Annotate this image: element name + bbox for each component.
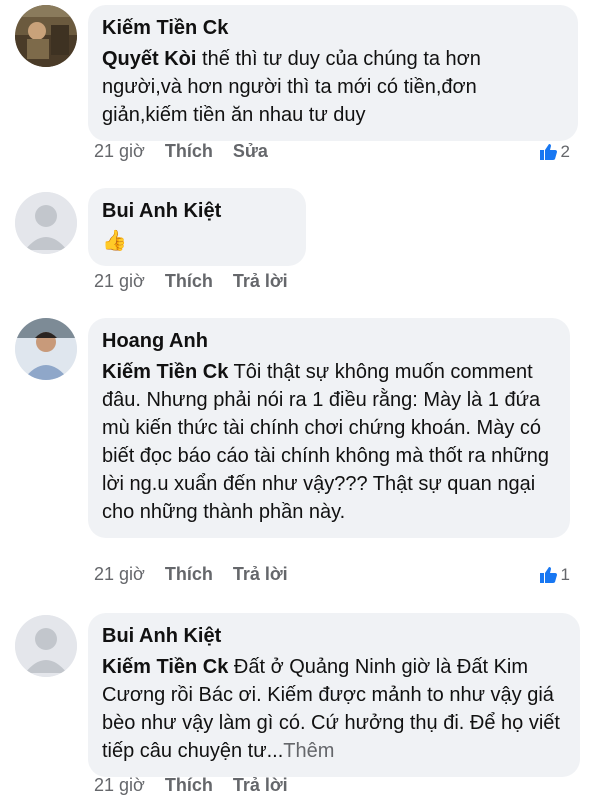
avatar[interactable] [15,318,77,380]
comment-time: 21 giờ [94,775,145,795]
thumbs-up-icon [539,567,557,583]
reply-button[interactable]: Trả lời [233,564,288,585]
comment-author[interactable]: Bui Anh Kiệt [102,623,566,649]
comment-bubble: Bui Anh Kiệt Kiếm Tiền Ck Đất ở Quảng Ni… [88,613,580,777]
avatar[interactable] [15,192,77,254]
comment-mention[interactable]: Quyết Kòi [102,48,196,70]
comment-2: Bui Anh Kiệt 👍 21 giờ Thích Trả lời [0,180,600,300]
see-more-link[interactable]: Thêm [283,740,334,762]
comment-time: 21 giờ [94,141,145,161]
edit-button[interactable]: Sửa [233,141,268,162]
like-button[interactable]: Thích [165,775,213,796]
reply-button[interactable]: Trả lời [233,775,288,796]
reply-button[interactable]: Trả lời [233,271,288,292]
comment-body: Kiếm Tiền Ck Tôi thật sự không muốn comm… [102,358,556,526]
comment-time: 21 giờ [94,271,145,291]
like-button[interactable]: Thích [165,141,213,162]
reaction-count-value: 2 [560,142,570,161]
comment-emoji: 👍 [102,230,127,252]
comment-bubble: Hoang Anh Kiếm Tiền Ck Tôi thật sự không… [88,318,570,538]
thumbs-up-icon [539,144,557,160]
comment-author[interactable]: Hoang Anh [102,328,556,354]
comment-mention[interactable]: Kiếm Tiền Ck [102,656,228,678]
comment-body: Kiếm Tiền Ck Đất ở Quảng Ninh giờ là Đất… [102,653,566,765]
comment-text: Tôi thật sự không muốn comment đâu. Nhưn… [102,361,550,523]
avatar[interactable] [15,5,77,67]
comment-1: Kiếm Tiền Ck Quyết Kòi thế thì tư duy củ… [0,0,600,170]
comment-author[interactable]: Kiếm Tiền Ck [102,15,564,41]
comment-actions: 21 giờ Thích Trả lời [94,775,288,796]
like-button[interactable]: Thích [165,271,213,292]
comment-body: Quyết Kòi thế thì tư duy của chúng ta hơ… [102,45,564,129]
comment-bubble: Bui Anh Kiệt 👍 [88,188,306,266]
reaction-count-value: 1 [560,565,570,584]
reaction-count[interactable]: 2 [539,142,570,162]
comment-actions: 21 giờ Thích Trả lời [94,564,288,585]
avatar[interactable] [15,615,77,677]
comment-mention[interactable]: Kiếm Tiền Ck [102,361,228,383]
comment-4: Bui Anh Kiệt Kiếm Tiền Ck Đất ở Quảng Ni… [0,605,600,800]
comment-time: 21 giờ [94,564,145,584]
reaction-count[interactable]: 1 [539,565,570,585]
comment-author[interactable]: Bui Anh Kiệt [102,198,292,224]
avatar-photo [15,318,77,380]
avatar-photo [15,5,77,67]
comment-actions: 21 giờ Thích Trả lời [94,271,288,292]
default-avatar-icon [15,192,77,254]
comment-3: Hoang Anh Kiếm Tiền Ck Tôi thật sự không… [0,310,600,600]
like-button[interactable]: Thích [165,564,213,585]
default-avatar-icon [15,615,77,677]
comment-actions: 21 giờ Thích Sửa [94,141,268,162]
comment-bubble: Kiếm Tiền Ck Quyết Kòi thế thì tư duy củ… [88,5,578,141]
